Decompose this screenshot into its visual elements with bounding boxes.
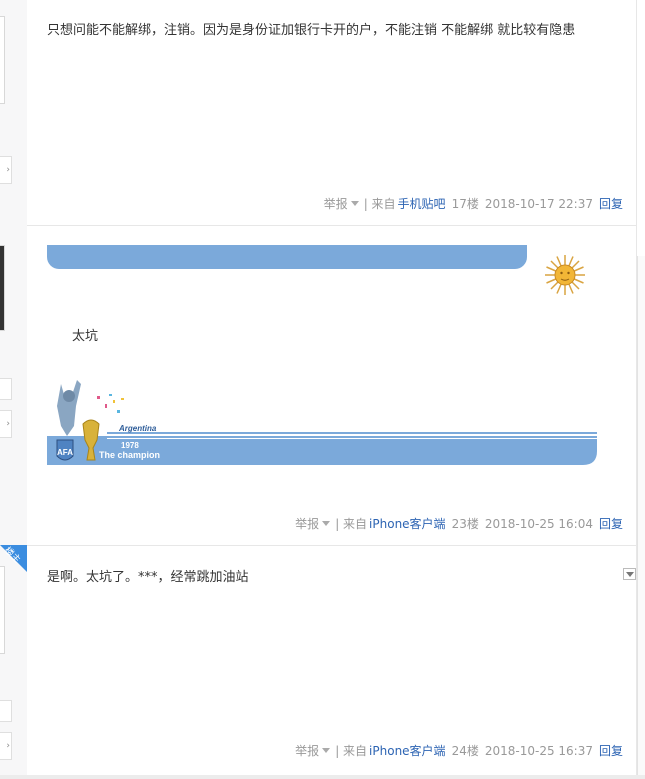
avatar[interactable] [0,16,5,104]
collapse-arrow-icon[interactable] [623,568,636,580]
post-meta: 举报 | 来自 iPhone客户端 23楼 2018-10-25 16:04 回复 [295,515,623,532]
follow-button[interactable]: › [0,156,12,184]
follow-button[interactable]: › [0,410,12,438]
report-link[interactable]: 举报 [295,517,319,531]
reply-button[interactable]: 回复 [599,197,623,211]
follow-button[interactable]: › [0,732,12,760]
post-date: 2018-10-25 16:04 [484,517,593,531]
post-date: 2018-10-25 16:37 [484,744,593,758]
post-meta: 举报 | 来自 手机贴吧 17楼 2018-10-17 22:37 回复 [324,195,623,212]
level-badge [0,700,12,722]
side-panel-edge [637,256,645,779]
post-date: 2018-10-17 22:37 [484,197,593,211]
signature-bar [47,245,527,269]
source-link[interactable]: iPhone客户端 [369,517,446,531]
post-divider [27,225,637,226]
source-prefix: | 来自 [363,197,396,211]
banner-year: 1978 [121,441,139,450]
avatar[interactable] [0,245,5,331]
floor-number: 17楼 [451,197,479,211]
post-content: 只想问能不能解绑，注销。因为是身份证加银行卡开的户，不能注销 不能解绑 就比较有… [47,23,576,38]
banner-caption: The champion [99,450,160,460]
source-link[interactable]: 手机贴吧 [398,197,446,211]
bottom-border [0,775,645,779]
caret-down-icon[interactable] [350,201,359,206]
banner-country: Argentina [118,424,157,433]
floor-number: 24楼 [451,744,479,758]
author-column: › › › [0,0,27,779]
post-content: 太坑 [72,329,99,344]
post-content: 是啊。太坑了。***，经常跳加油站 [47,570,249,585]
reply-button[interactable]: 回复 [599,517,623,531]
caret-down-icon[interactable] [322,748,331,753]
sun-of-may-icon [545,255,585,295]
caret-down-icon[interactable] [322,521,331,526]
level-badge [0,378,12,400]
avatar[interactable] [0,566,5,654]
signature-banner: AFA Argentina 1978 The champion [47,380,597,465]
crest-text: AFA [57,448,73,457]
post-divider [27,545,637,546]
thread-page: › › › 只想问能不能解绑，注销。因为是身份证加银行卡开的户，不能注销 不能解… [0,0,645,779]
source-prefix: | 来自 [335,517,368,531]
reply-button[interactable]: 回复 [599,744,623,758]
report-link[interactable]: 举报 [295,744,319,758]
source-prefix: | 来自 [335,744,368,758]
report-link[interactable]: 举报 [324,197,348,211]
source-link[interactable]: iPhone客户端 [369,744,446,758]
floor-number: 23楼 [451,517,479,531]
post-meta: 举报 | 来自 iPhone客户端 24楼 2018-10-25 16:37 回复 [295,742,623,759]
op-badge: 楼主 [0,545,27,572]
